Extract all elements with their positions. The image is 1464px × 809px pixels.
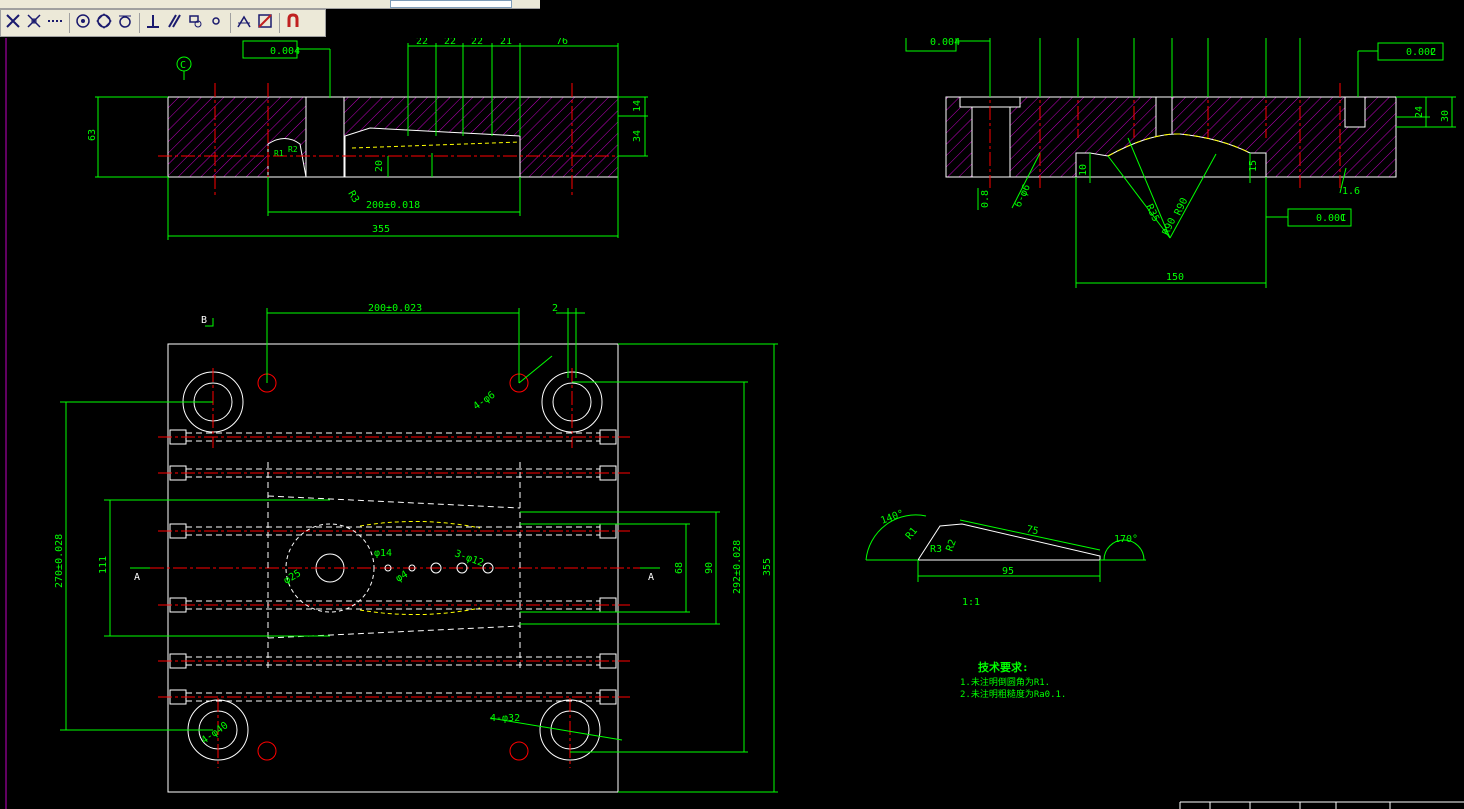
toolbar-separator [69,13,70,33]
section-label-a-right: A [648,572,654,583]
dim-detail-r1: R1 [904,526,920,542]
snap-perpendicular-button[interactable] [143,12,163,34]
dim-90: 90 [704,562,715,574]
layer-dropdown[interactable] [390,0,512,8]
dim-355-section: 355 [372,224,390,235]
dim-r90a: R90 [1173,196,1191,217]
dim-r1: R1 [274,149,284,158]
snap-center-icon [75,13,91,33]
snap-perpendicular-icon [145,13,161,33]
roughness-0-8: 0.8 [980,190,991,208]
dim-22c: 22 [471,38,483,47]
snap-center-button[interactable] [73,12,93,34]
angle-140: 140° [879,508,905,527]
snap-quadrant-icon [96,13,112,33]
dim-detail-r2: R2 [944,538,958,553]
notes-line-1: 1.未注明倒圆角为R1. [960,676,1050,688]
dim-20: 20 [374,160,385,172]
snap-nearest-button[interactable] [234,12,254,34]
dim-111: 111 [98,556,109,574]
dim-150: 150 [1166,272,1184,283]
dim-22b: 22 [444,38,456,47]
toolbar-separator [139,13,140,33]
dim-r2: R2 [288,145,298,154]
dim-63: 63 [87,129,98,141]
snap-tangent-button[interactable] [115,12,135,34]
dim-14: 14 [632,100,643,112]
snap-insert-icon [187,13,203,33]
snap-extension-button[interactable] [45,12,65,34]
dim-phi14: φ14 [374,548,392,559]
title-block [1179,801,1464,809]
snap-quadrant-button[interactable] [94,12,114,34]
snap-nearest-icon [236,13,252,33]
object-snap-toolbar [0,9,326,37]
dim-95: 95 [1002,566,1014,577]
datum-c-bottom: C [1340,213,1346,224]
tolerance-frame-value: 0.004 [270,46,300,57]
standard-toolbar [0,0,540,9]
dim-15: 15 [1248,160,1259,172]
dim-292-028: 292±0.028 [732,540,743,594]
dim-21: 21 [500,38,512,47]
snap-none-button[interactable] [255,12,275,34]
dim-355-plan: 355 [762,558,773,576]
snap-node-button[interactable] [206,12,226,34]
snap-insert-button[interactable] [185,12,205,34]
right-tolerance-frame: 0.004 [930,38,960,48]
dim-10: 10 [1078,164,1089,176]
snap-none-icon [257,13,273,33]
datum-c-top: C [1430,47,1436,58]
section-label-a-left: A [134,572,140,583]
section-label-b: B [201,315,207,326]
note-4phi32: 4-φ32 [490,713,520,724]
dim-phi25: φ25 [282,568,303,587]
dim-200-018: 200±0.018 [366,200,420,211]
angle-170: 170° [1114,534,1138,545]
snap-intersection-button[interactable] [3,12,23,34]
dim-200-023: 200±0.023 [368,303,422,314]
technical-notes: 技术要求: 1.未注明倒圆角为R1. 2.未注明粗糙度为Ra0.1. [960,660,1066,700]
notes-line-2: 2.未注明粗糙度为Ra0.1. [960,688,1066,700]
snap-parallel-icon [166,13,182,33]
snap-intersection-icon [5,13,21,33]
dim-r35: R35 [1143,203,1161,224]
snap-parallel-button[interactable] [164,12,184,34]
snap-extension-icon [47,13,63,33]
dim-270-028: 270±0.028 [54,534,65,588]
dim-30: 30 [1440,110,1451,122]
note-4phi6: 4-φ6 [471,390,497,413]
toolbar-separator [230,13,231,33]
dim-detail-r3: R3 [930,544,942,555]
dim-22a: 22 [416,38,428,47]
dim-r3: R3 [345,189,361,205]
roughness-1-6: 1.6 [1342,186,1360,197]
dim-34: 34 [632,130,643,142]
section-view: 22 22 22 21 76 0.004 C 63 14 34 20 R3 20… [87,38,648,240]
dim-76: 76 [556,38,568,47]
detail-scale: 1:1 [962,597,980,608]
hole-note-6phi6: 6-φ6 [1013,183,1033,209]
dim-24: 24 [1414,106,1425,118]
snap-apparent-intersection-button[interactable] [24,12,44,34]
dim-68: 68 [674,562,685,574]
drawing-canvas[interactable]: 22 22 22 21 76 0.004 C 63 14 34 20 R3 20… [0,38,1464,809]
dim-phi4: φ4 [394,569,410,585]
snap-tangent-icon [117,13,133,33]
snap-node-icon [208,13,224,33]
osnap-settings-icon [285,13,301,33]
right-section-view: 0.004 0.002 C 0.001 C 24 30 10 15 150 6-… [905,38,1456,288]
dim-75: 75 [1025,524,1039,537]
detail-view: 140° 170° 75 95 R3 R2 R1 1:1 [865,508,1146,608]
toolbar-separator [279,13,280,33]
datum-label: C [180,60,186,71]
dim-2: 2 [552,303,558,314]
snap-apparent-intersection-icon [26,13,42,33]
note-4phi40: 4-φ40 [199,720,230,746]
plan-view: B 200±0.023 2 4-φ6 270±0.028 111 68 90 2… [54,303,778,793]
osnap-settings-button[interactable] [283,12,303,34]
notes-title: 技术要求: [978,660,1029,674]
